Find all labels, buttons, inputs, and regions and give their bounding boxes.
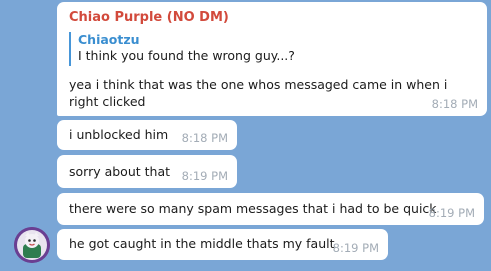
message-time: 8:18 PM — [181, 131, 228, 145]
message-bubble[interactable]: he got caught in the middle thats my fau… — [57, 229, 388, 260]
message-bubble[interactable]: there were so many spam messages that i … — [57, 193, 484, 225]
message-bubble[interactable]: i unblocked him 8:18 PM — [57, 120, 237, 150]
purple-character-avatar-icon — [14, 227, 50, 263]
message-time: 8:19 PM — [181, 169, 228, 183]
avatar[interactable] — [14, 227, 50, 263]
message-text: yea i think that was the one whos messag… — [69, 77, 448, 109]
message-bubble[interactable]: Chiao Purple (NO DM) Chiaotzu I think yo… — [57, 2, 487, 116]
reply-author: Chiaotzu — [78, 32, 140, 47]
message-text: he got caught in the middle thats my fau… — [69, 236, 335, 251]
message-time: 8:19 PM — [428, 206, 475, 220]
message-time: 8:19 PM — [332, 241, 379, 255]
message-text: i unblocked him — [69, 127, 169, 142]
reply-quote[interactable]: Chiaotzu I think you found the wrong guy… — [69, 32, 369, 66]
sender-name[interactable]: Chiao Purple (NO DM) — [69, 9, 229, 26]
message-text: there were so many spam messages that i … — [69, 201, 437, 216]
message-time: 8:18 PM — [431, 97, 478, 111]
message-bubble[interactable]: sorry about that 8:19 PM — [57, 155, 237, 188]
message-text: sorry about that — [69, 164, 171, 179]
reply-text: I think you found the wrong guy...? — [78, 48, 295, 63]
